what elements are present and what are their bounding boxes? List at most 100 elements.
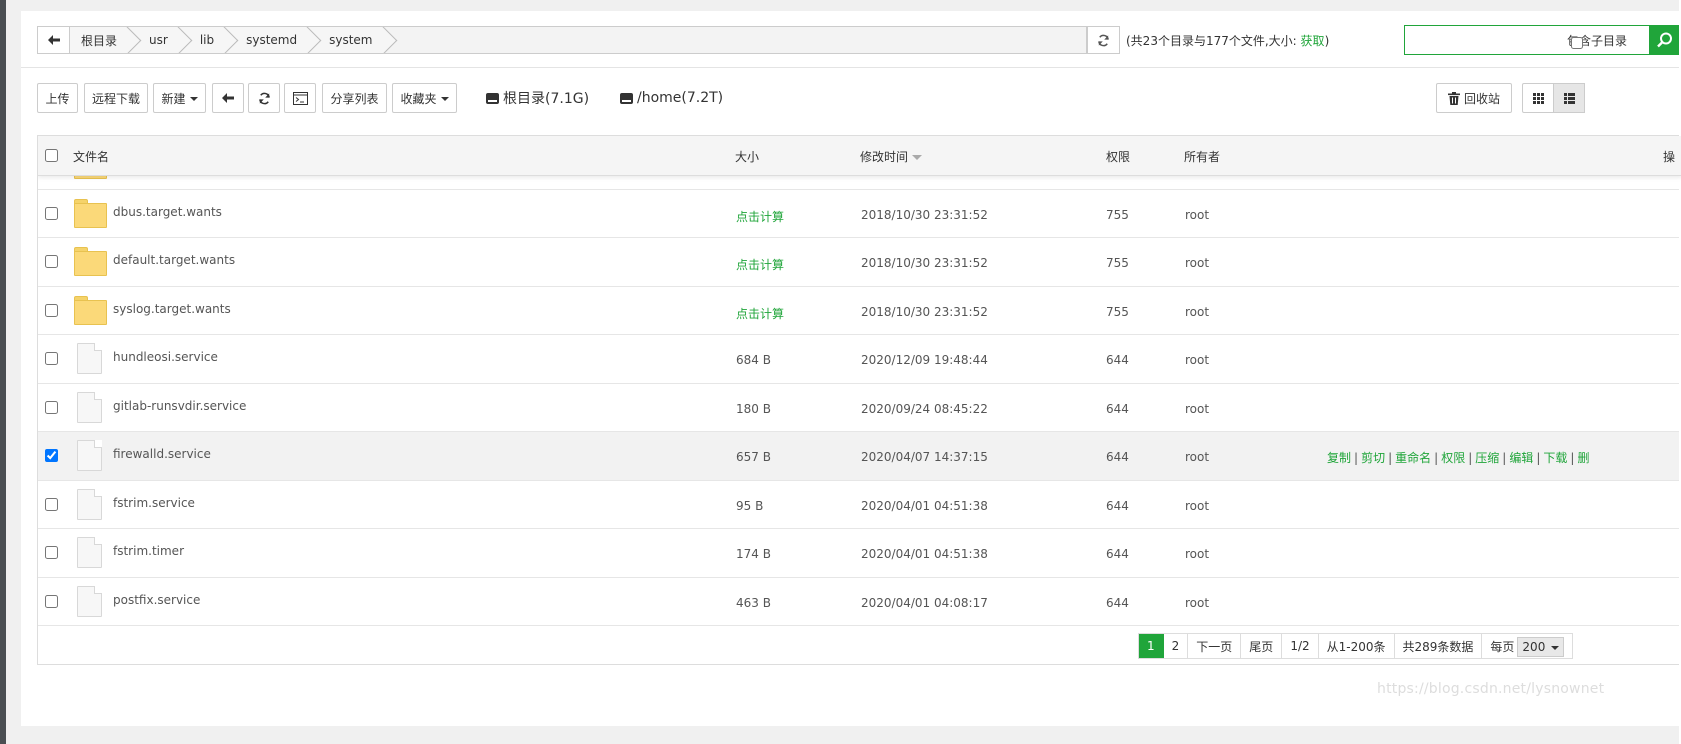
favorites-dropdown-button[interactable]: 收藏夹 xyxy=(392,83,457,113)
last-page-button[interactable]: 尾页 xyxy=(1241,634,1283,658)
disk-home-button[interactable]: /home(7.2T) xyxy=(620,83,723,113)
owner: root xyxy=(1185,304,1210,319)
search-box: 包含子目录 xyxy=(1404,25,1650,55)
row-action-link[interactable]: 删 xyxy=(1577,451,1589,465)
column-header-ops: 操 xyxy=(1663,150,1676,164)
table-row[interactable]: dbus.target.wants 点击计算 2018/10/30 23:31:52… xyxy=(38,189,1681,238)
grid-view-button[interactable] xyxy=(1522,83,1554,113)
recycle-bin-label: 回收站 xyxy=(1463,91,1500,106)
disk-home-label: /home(7.2T) xyxy=(637,90,724,106)
include-subdir-option[interactable]: 包含子目录 xyxy=(1567,32,1627,49)
table-rows: shutdown.target.want...点击计算2020/09/24 02… xyxy=(38,176,1681,626)
table-row[interactable]: fstrim.service 95 B 2020/04/01 04:51:38 644… xyxy=(38,480,1681,529)
file-manager-panel: 根目录 usr lib systemd system (共23个目录与177个文… xyxy=(21,11,1681,726)
file-name[interactable]: firewalld.service xyxy=(113,447,211,461)
permission: 644 xyxy=(1106,450,1129,464)
file-name[interactable]: hundleosi.service xyxy=(113,350,218,364)
next-page-button[interactable]: 下一页 xyxy=(1188,634,1242,658)
refresh-button[interactable] xyxy=(248,83,280,113)
file-name[interactable]: fstrim.service xyxy=(113,496,195,510)
new-label: 新建 xyxy=(161,91,186,106)
back-button[interactable] xyxy=(212,83,244,113)
file-name[interactable]: fstrim.timer xyxy=(113,544,184,558)
get-size-link[interactable]: 获取 xyxy=(1301,34,1325,48)
search-input[interactable] xyxy=(1409,31,1559,49)
row-action-link[interactable]: 重命名 xyxy=(1395,451,1431,465)
action-separator: | xyxy=(1354,451,1359,465)
row-checkbox[interactable] xyxy=(45,303,58,317)
column-header-perm[interactable]: 权限 xyxy=(1106,148,1130,165)
column-header-mtime[interactable]: 修改时间 xyxy=(860,148,923,165)
row-action-link[interactable]: 编辑 xyxy=(1509,451,1533,465)
row-checkbox[interactable] xyxy=(45,352,58,365)
recycle-bin-button[interactable]: 回收站 xyxy=(1436,83,1512,113)
file-name[interactable]: postfix.service xyxy=(113,593,200,607)
list-view-button[interactable] xyxy=(1553,83,1585,113)
per-page-select[interactable]: 200 xyxy=(1517,637,1565,657)
calculate-size-link[interactable]: 点击计算 xyxy=(736,208,784,225)
share-list-button[interactable]: 分享列表 xyxy=(322,83,387,113)
owner: root xyxy=(1185,595,1210,610)
select-all-checkbox[interactable] xyxy=(45,149,58,162)
table-row[interactable]: shutdown.target.want...点击计算2020/09/24 02… xyxy=(38,176,1681,190)
path-refresh-button[interactable] xyxy=(1087,26,1120,54)
left-sidebar-edge xyxy=(0,0,6,744)
column-header-size[interactable]: 大小 xyxy=(735,148,759,165)
file-size: 174 B xyxy=(736,547,771,561)
row-checkbox[interactable] xyxy=(45,400,58,414)
row-checkbox[interactable] xyxy=(45,497,58,511)
row-actions: 复制 | 剪切 | 重命名 | 权限 | 压缩 | 编辑 | 下载 | 删 xyxy=(1327,449,1589,466)
row-checkbox[interactable] xyxy=(45,449,58,462)
calculate-size-link[interactable]: 点击计算 xyxy=(736,256,784,273)
row-checkbox[interactable] xyxy=(45,255,58,268)
table-row[interactable]: syslog.target.wants 点击计算 2018/10/30 23:31:… xyxy=(38,286,1681,335)
file-name[interactable]: gitlab-runsvdir.service xyxy=(113,399,246,413)
column-header-name[interactable]: 文件名 xyxy=(73,148,109,165)
row-action-link[interactable]: 权限 xyxy=(1441,451,1465,465)
watermark: https://blog.csdn.net/lysnownet xyxy=(1377,681,1605,697)
file-name[interactable]: syslog.target.wants xyxy=(113,302,231,316)
modified-time: 2018/10/30 23:31:52 xyxy=(861,256,988,270)
row-checkbox[interactable] xyxy=(45,206,58,220)
row-action-link[interactable]: 下载 xyxy=(1543,451,1567,465)
table-row[interactable]: hundleosi.service 684 B 2020/12/09 19:48:4… xyxy=(38,335,1681,384)
row-action-link[interactable]: 复制 xyxy=(1327,451,1351,465)
folder-icon xyxy=(74,198,107,228)
remote-download-button[interactable]: 远程下载 xyxy=(84,83,148,113)
include-subdir-checkbox[interactable] xyxy=(1571,37,1583,49)
calculate-size-link[interactable]: 点击计算 xyxy=(736,305,784,322)
trash-icon xyxy=(1447,91,1460,105)
search-button[interactable] xyxy=(1649,25,1681,55)
file-name[interactable]: default.target.wants xyxy=(113,253,235,267)
file-size: 684 B xyxy=(736,353,771,367)
new-dropdown-button[interactable]: 新建 xyxy=(153,83,206,113)
column-header-mtime-label: 修改时间 xyxy=(860,150,909,164)
file-table: 文件名 大小 修改时间 权限 所有者 操 shutdown.target.wan… xyxy=(37,135,1681,665)
upload-button[interactable]: 上传 xyxy=(37,83,78,113)
page-indicator: 1/2 xyxy=(1282,634,1319,658)
modified-time: 2020/04/01 04:51:38 xyxy=(861,547,988,561)
table-row[interactable]: fstrim.timer 174 B 2020/04/01 04:51:38 644 r… xyxy=(38,529,1681,578)
breadcrumb-item-root[interactable]: 根目录 xyxy=(70,27,130,53)
action-separator: | xyxy=(1468,451,1473,465)
summary-suffix: ) xyxy=(1324,34,1330,48)
row-action-link[interactable]: 剪切 xyxy=(1361,451,1385,465)
column-header-owner[interactable]: 所有者 xyxy=(1184,148,1220,165)
disk-root-button[interactable]: 根目录(7.1G) xyxy=(486,83,589,113)
breadcrumb: 根目录 usr lib systemd system xyxy=(69,26,1087,54)
table-row[interactable]: postfix.service 463 B 2020/04/01 04:08:17 6… xyxy=(38,577,1681,626)
table-row[interactable]: firewalld.service 657 B 2020/04/07 14:37:1… xyxy=(38,432,1681,481)
row-checkbox[interactable] xyxy=(45,546,58,559)
search-icon xyxy=(1657,32,1672,48)
row-checkbox[interactable] xyxy=(45,594,58,608)
terminal-button[interactable] xyxy=(284,83,316,113)
modified-time: 2020/09/24 08:45:22 xyxy=(861,401,988,416)
file-name[interactable]: dbus.target.wants xyxy=(113,205,222,219)
page-number[interactable]: 1 xyxy=(1139,634,1164,658)
table-row[interactable]: default.target.wants 点击计算 2018/10/30 23:31… xyxy=(38,238,1681,287)
row-action-link[interactable]: 压缩 xyxy=(1475,451,1499,465)
table-row[interactable]: gitlab-runsvdir.service 180 B 2020/09/24 0… xyxy=(38,383,1681,432)
hard-drive-icon xyxy=(620,92,633,104)
page-number[interactable]: 2 xyxy=(1163,634,1189,658)
path-back-button[interactable] xyxy=(37,26,69,54)
